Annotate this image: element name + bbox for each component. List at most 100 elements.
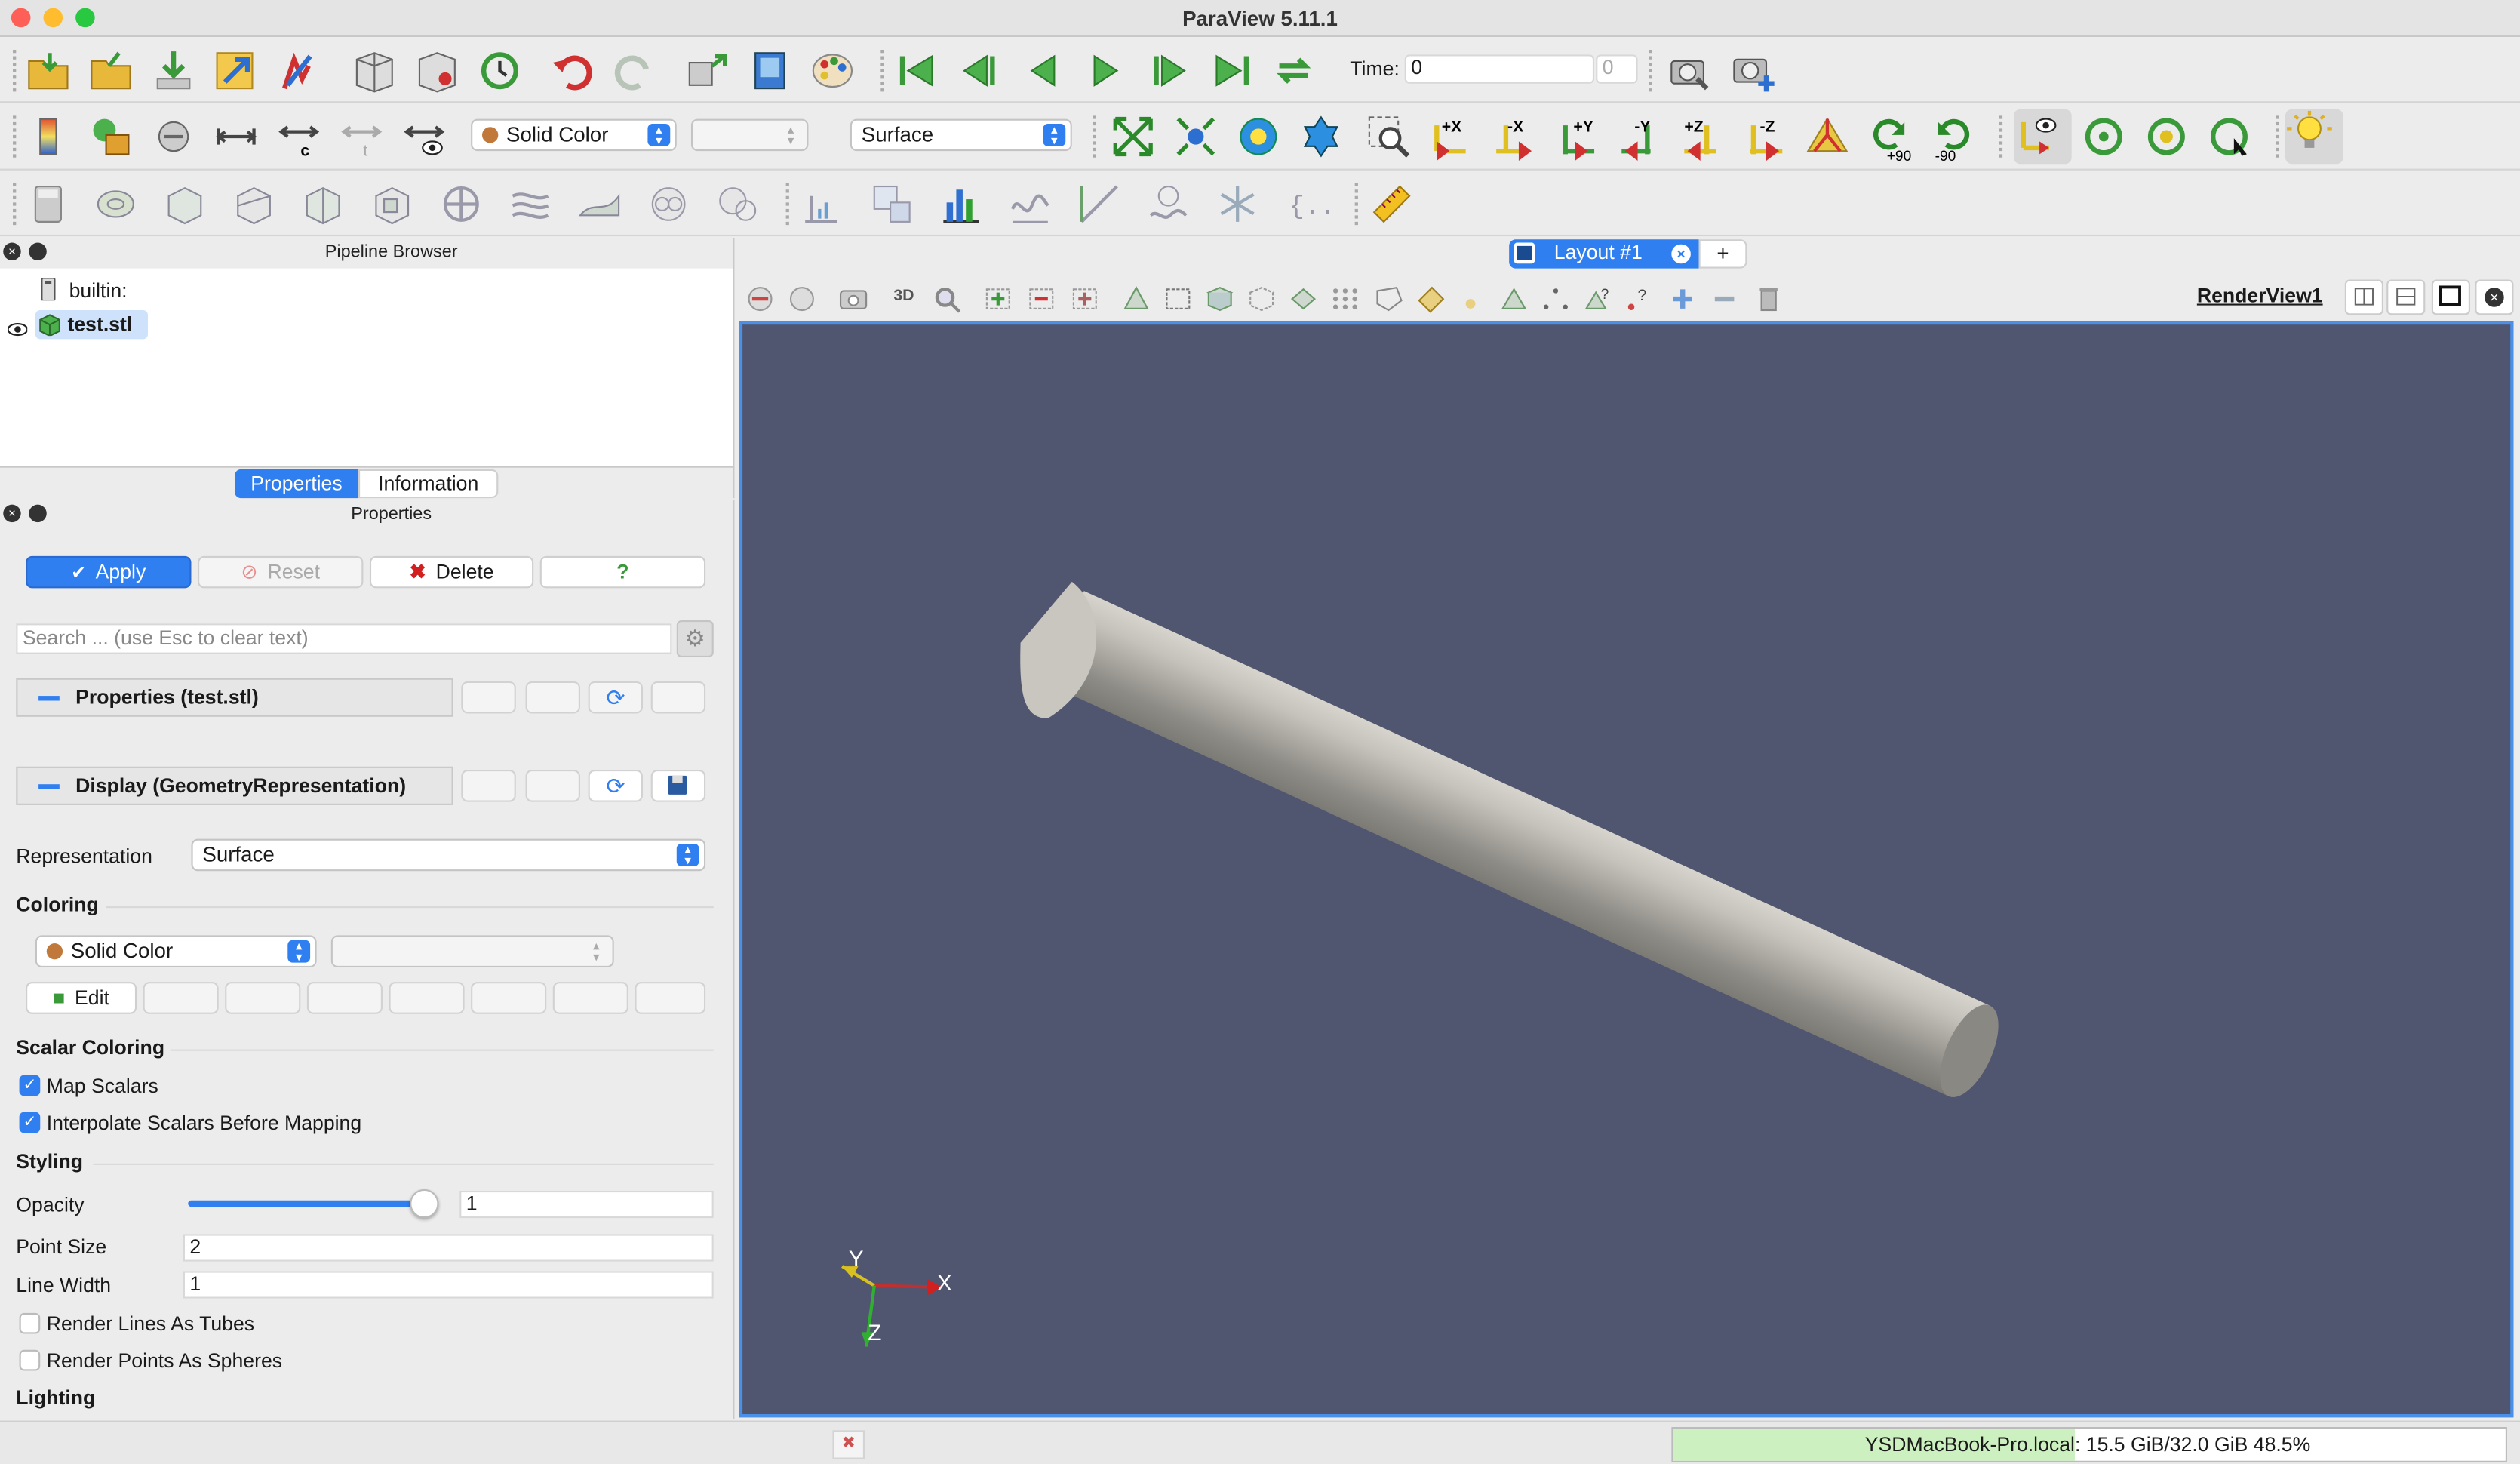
find-data-icon[interactable]	[1213, 180, 1262, 229]
render-view[interactable]: Y X Z	[739, 321, 2514, 1418]
python-calculator-icon[interactable]: {..}	[1283, 180, 1330, 229]
isometric-view-icon[interactable]	[1803, 112, 1852, 161]
interpolate-scalars-checkbox[interactable]: ✓	[19, 1112, 41, 1133]
split-view-icon[interactable]	[786, 284, 819, 313]
save-data-icon[interactable]	[149, 47, 198, 95]
rescale-custom-icon[interactable]	[212, 112, 260, 161]
histogram-icon[interactable]	[937, 180, 985, 229]
plot-data-icon[interactable]	[1006, 180, 1054, 229]
extract-level-icon[interactable]	[714, 180, 762, 229]
next-frame-icon[interactable]	[1145, 47, 1193, 95]
select-cells-on-icon[interactable]	[1120, 284, 1153, 313]
clip-icon[interactable]	[161, 180, 209, 229]
pipeline-item-test-stl[interactable]: test.stl	[35, 309, 148, 340]
extract-subset-icon[interactable]	[368, 180, 416, 229]
light-kit-icon[interactable]	[2285, 109, 2343, 165]
save-defaults-icon[interactable]	[650, 681, 706, 714]
view-plus-y-icon[interactable]: +Y	[1553, 112, 1601, 161]
plot-selection-over-time-icon[interactable]	[1145, 180, 1193, 229]
rescale-temporal-range-icon[interactable]	[389, 982, 465, 1014]
rescale-data-range-icon[interactable]	[225, 982, 301, 1014]
loop-icon[interactable]	[1270, 47, 1318, 95]
palette-icon[interactable]	[808, 47, 856, 95]
zoom-box-icon[interactable]	[1364, 112, 1412, 161]
select-cells-toggle-icon[interactable]	[1069, 284, 1102, 313]
copy-display-icon[interactable]	[461, 770, 516, 802]
restore-display-defaults-icon[interactable]: ⟳	[588, 770, 644, 802]
edit-colormap-button[interactable]: ■ Edit	[26, 982, 137, 1014]
pick-center-icon[interactable]	[2142, 112, 2190, 161]
reset-camera-icon[interactable]	[1109, 112, 1157, 161]
show-color-legend-icon[interactable]	[552, 982, 628, 1014]
close-view-icon[interactable]: ×	[2475, 279, 2514, 315]
opacity-field[interactable]: 1	[459, 1190, 714, 1219]
section-display-header[interactable]: Display (GeometryRepresentation)	[16, 766, 453, 805]
clear-selection-icon[interactable]	[1752, 284, 1784, 313]
color-legend-icon[interactable]	[24, 112, 72, 161]
edit-color-legend-icon[interactable]	[635, 982, 706, 1014]
plot-over-line-icon[interactable]	[799, 180, 847, 229]
restore-defaults-icon[interactable]: ⟳	[588, 681, 644, 714]
plot-over-time-icon[interactable]	[1075, 180, 1123, 229]
copy-properties-icon[interactable]	[461, 681, 516, 714]
view-minus-x-icon[interactable]: -X	[1490, 112, 1538, 161]
coloring-combo[interactable]: Solid Color ▴ ▾	[471, 118, 677, 152]
rescale-custom-range-icon[interactable]	[306, 982, 383, 1014]
select-points-frustum-icon[interactable]	[1246, 284, 1278, 313]
stream-tracer-icon[interactable]	[506, 180, 555, 229]
view-plus-z-icon[interactable]: +Z	[1678, 112, 1726, 161]
opacity-slider-handle[interactable]	[410, 1189, 439, 1219]
connect-icon[interactable]	[212, 47, 260, 95]
select-points-on-icon[interactable]	[1162, 284, 1194, 313]
toolbar-grip[interactable]	[785, 183, 791, 226]
component-combo[interactable]: ▴ ▾	[690, 118, 809, 152]
toolbar-grip[interactable]	[1999, 115, 2004, 158]
paste-properties-icon[interactable]	[525, 681, 580, 714]
coloring-property-combo[interactable]: Solid Color ▴ ▾	[35, 935, 317, 967]
play-icon[interactable]	[1082, 47, 1130, 95]
rotate-plus-90-icon[interactable]: +90	[1866, 112, 1914, 161]
first-frame-icon[interactable]	[893, 47, 942, 95]
reset-range-icon[interactable]	[149, 112, 198, 161]
select-cells-frustum-icon[interactable]	[1203, 284, 1236, 313]
select-polygon-points-icon[interactable]	[1414, 284, 1446, 313]
probe-icon[interactable]	[868, 180, 916, 229]
output-messages-icon[interactable]: ✖	[832, 1430, 865, 1459]
rotate-minus-90-icon[interactable]: -90	[1928, 112, 1977, 161]
undo-icon[interactable]	[548, 47, 596, 95]
save-display-defaults-icon[interactable]	[650, 770, 706, 802]
server-icon[interactable]	[413, 47, 461, 95]
edit-color-map-icon[interactable]	[87, 112, 135, 161]
open-file-icon[interactable]	[24, 47, 72, 95]
toolbar-grip[interactable]	[1649, 50, 1653, 92]
load-state-icon[interactable]	[87, 47, 135, 95]
interactive-pick-icon[interactable]	[2205, 112, 2253, 161]
reverse-play-icon[interactable]	[1019, 47, 1067, 95]
tab-properties[interactable]: Properties	[234, 469, 359, 499]
hover-cells-icon[interactable]	[1498, 284, 1530, 313]
pipeline-item-builtin[interactable]: builtin:	[69, 280, 128, 303]
hover-query-points-icon[interactable]: ?	[1623, 284, 1655, 313]
time-value-field[interactable]: 0	[1404, 54, 1595, 84]
disconnect-icon[interactable]	[350, 47, 398, 95]
paste-display-icon[interactable]	[525, 770, 580, 802]
toolbar-grip[interactable]	[13, 115, 17, 158]
ruler-icon[interactable]	[1368, 180, 1416, 229]
line-width-field[interactable]: 1	[183, 1271, 714, 1299]
toolbar-grip[interactable]	[2276, 115, 2280, 158]
map-scalars-checkbox[interactable]: ✓	[19, 1075, 41, 1096]
toolbar-grip[interactable]	[880, 50, 885, 92]
rescale-temporal-icon[interactable]: t	[337, 112, 386, 161]
zoom-closest-icon[interactable]	[1234, 112, 1283, 161]
last-frame-icon[interactable]	[1207, 47, 1255, 95]
glyph-icon[interactable]	[437, 180, 485, 229]
section-properties-header[interactable]: Properties (test.stl)	[16, 678, 453, 717]
render-lines-tubes-checkbox[interactable]	[19, 1312, 41, 1334]
delete-button[interactable]: ✖ Delete	[369, 555, 534, 589]
rescale-visible-icon[interactable]	[400, 112, 448, 161]
view-minus-z-icon[interactable]: -Z	[1741, 112, 1789, 161]
opacity-slider-track[interactable]	[188, 1200, 426, 1207]
select-cells-add-icon[interactable]	[982, 284, 1014, 313]
find-points-icon[interactable]	[1540, 284, 1572, 313]
zoom-to-data-icon[interactable]	[1172, 112, 1220, 161]
